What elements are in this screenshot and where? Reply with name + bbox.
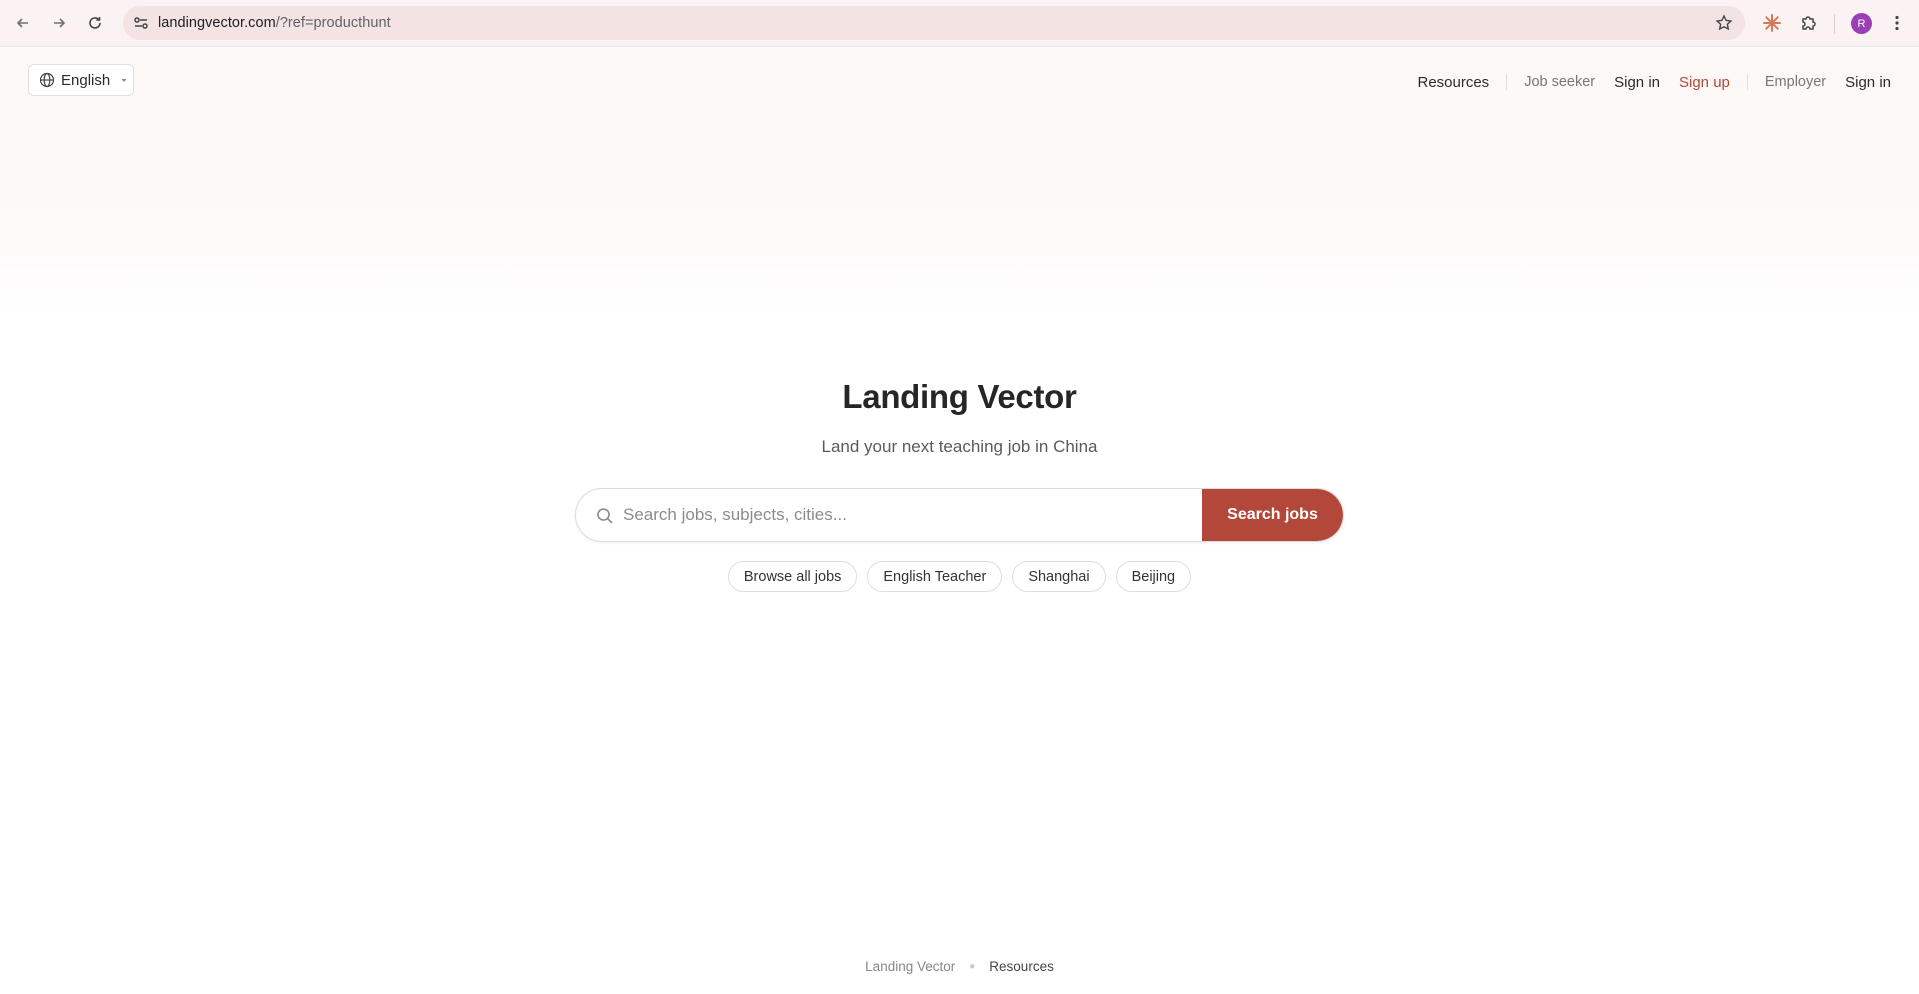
arrow-right-icon xyxy=(54,18,66,28)
page-content: English Resources Job seeker Sign in Sig… xyxy=(0,48,1919,994)
search-icon xyxy=(597,508,613,524)
bookmark-star-icon[interactable] xyxy=(1715,14,1733,32)
search-bar: Search jobs xyxy=(575,488,1344,542)
more-menu-icon[interactable] xyxy=(1887,13,1907,33)
chevron-down-icon xyxy=(121,79,127,82)
sign-up-link[interactable]: Sign up xyxy=(1679,74,1730,91)
quick-filter-chips: Browse all jobs English Teacher Shanghai… xyxy=(0,561,1919,592)
address-bar[interactable]: landingvector.com/?ref=producthunt xyxy=(123,6,1745,40)
extensions-puzzle-icon[interactable] xyxy=(1799,13,1819,33)
footer: Landing Vector ● Resources xyxy=(0,959,1919,974)
chip-beijing[interactable]: Beijing xyxy=(1115,561,1192,592)
page-subtitle: Land your next teaching job in China xyxy=(821,437,1098,456)
toolbar-divider xyxy=(1834,14,1835,34)
site-info-icon[interactable] xyxy=(132,14,150,32)
reload-button[interactable] xyxy=(81,9,109,37)
job-seeker-sign-in-link[interactable]: Sign in xyxy=(1614,74,1660,91)
language-label: English xyxy=(61,71,111,89)
globe-icon xyxy=(39,72,55,88)
footer-brand: Landing Vector xyxy=(865,959,956,974)
chip-browse-all-jobs[interactable]: Browse all jobs xyxy=(727,561,858,592)
back-button[interactable] xyxy=(9,9,37,37)
forward-button[interactable] xyxy=(45,9,73,37)
nav-resources-link[interactable]: Resources xyxy=(1417,74,1489,91)
footer-resources-link[interactable]: Resources xyxy=(989,959,1054,974)
nav-divider xyxy=(1506,74,1508,90)
nav-divider xyxy=(1746,74,1748,90)
search-jobs-button[interactable]: Search jobs xyxy=(1202,489,1343,541)
claude-extension-icon[interactable] xyxy=(1762,13,1782,33)
page-title: Landing Vector xyxy=(842,378,1077,415)
browser-toolbar: landingvector.com/?ref=producthunt R xyxy=(0,0,1919,47)
chip-english-teacher[interactable]: English Teacher xyxy=(867,561,1003,592)
employer-label: Employer xyxy=(1764,74,1827,90)
reload-icon xyxy=(89,17,101,29)
arrow-left-icon xyxy=(16,18,28,28)
chip-shanghai[interactable]: Shanghai xyxy=(1012,561,1106,592)
url-text: landingvector.com/?ref=producthunt xyxy=(158,15,391,31)
footer-separator: ● xyxy=(969,961,976,972)
search-input[interactable] xyxy=(623,489,1183,541)
job-seeker-label: Job seeker xyxy=(1524,74,1596,90)
top-navigation: Resources Job seeker Sign in Sign up Emp… xyxy=(1417,71,1891,93)
language-selector[interactable]: English xyxy=(28,64,134,96)
employer-sign-in-link[interactable]: Sign in xyxy=(1845,74,1891,91)
profile-avatar[interactable]: R xyxy=(1851,13,1872,34)
